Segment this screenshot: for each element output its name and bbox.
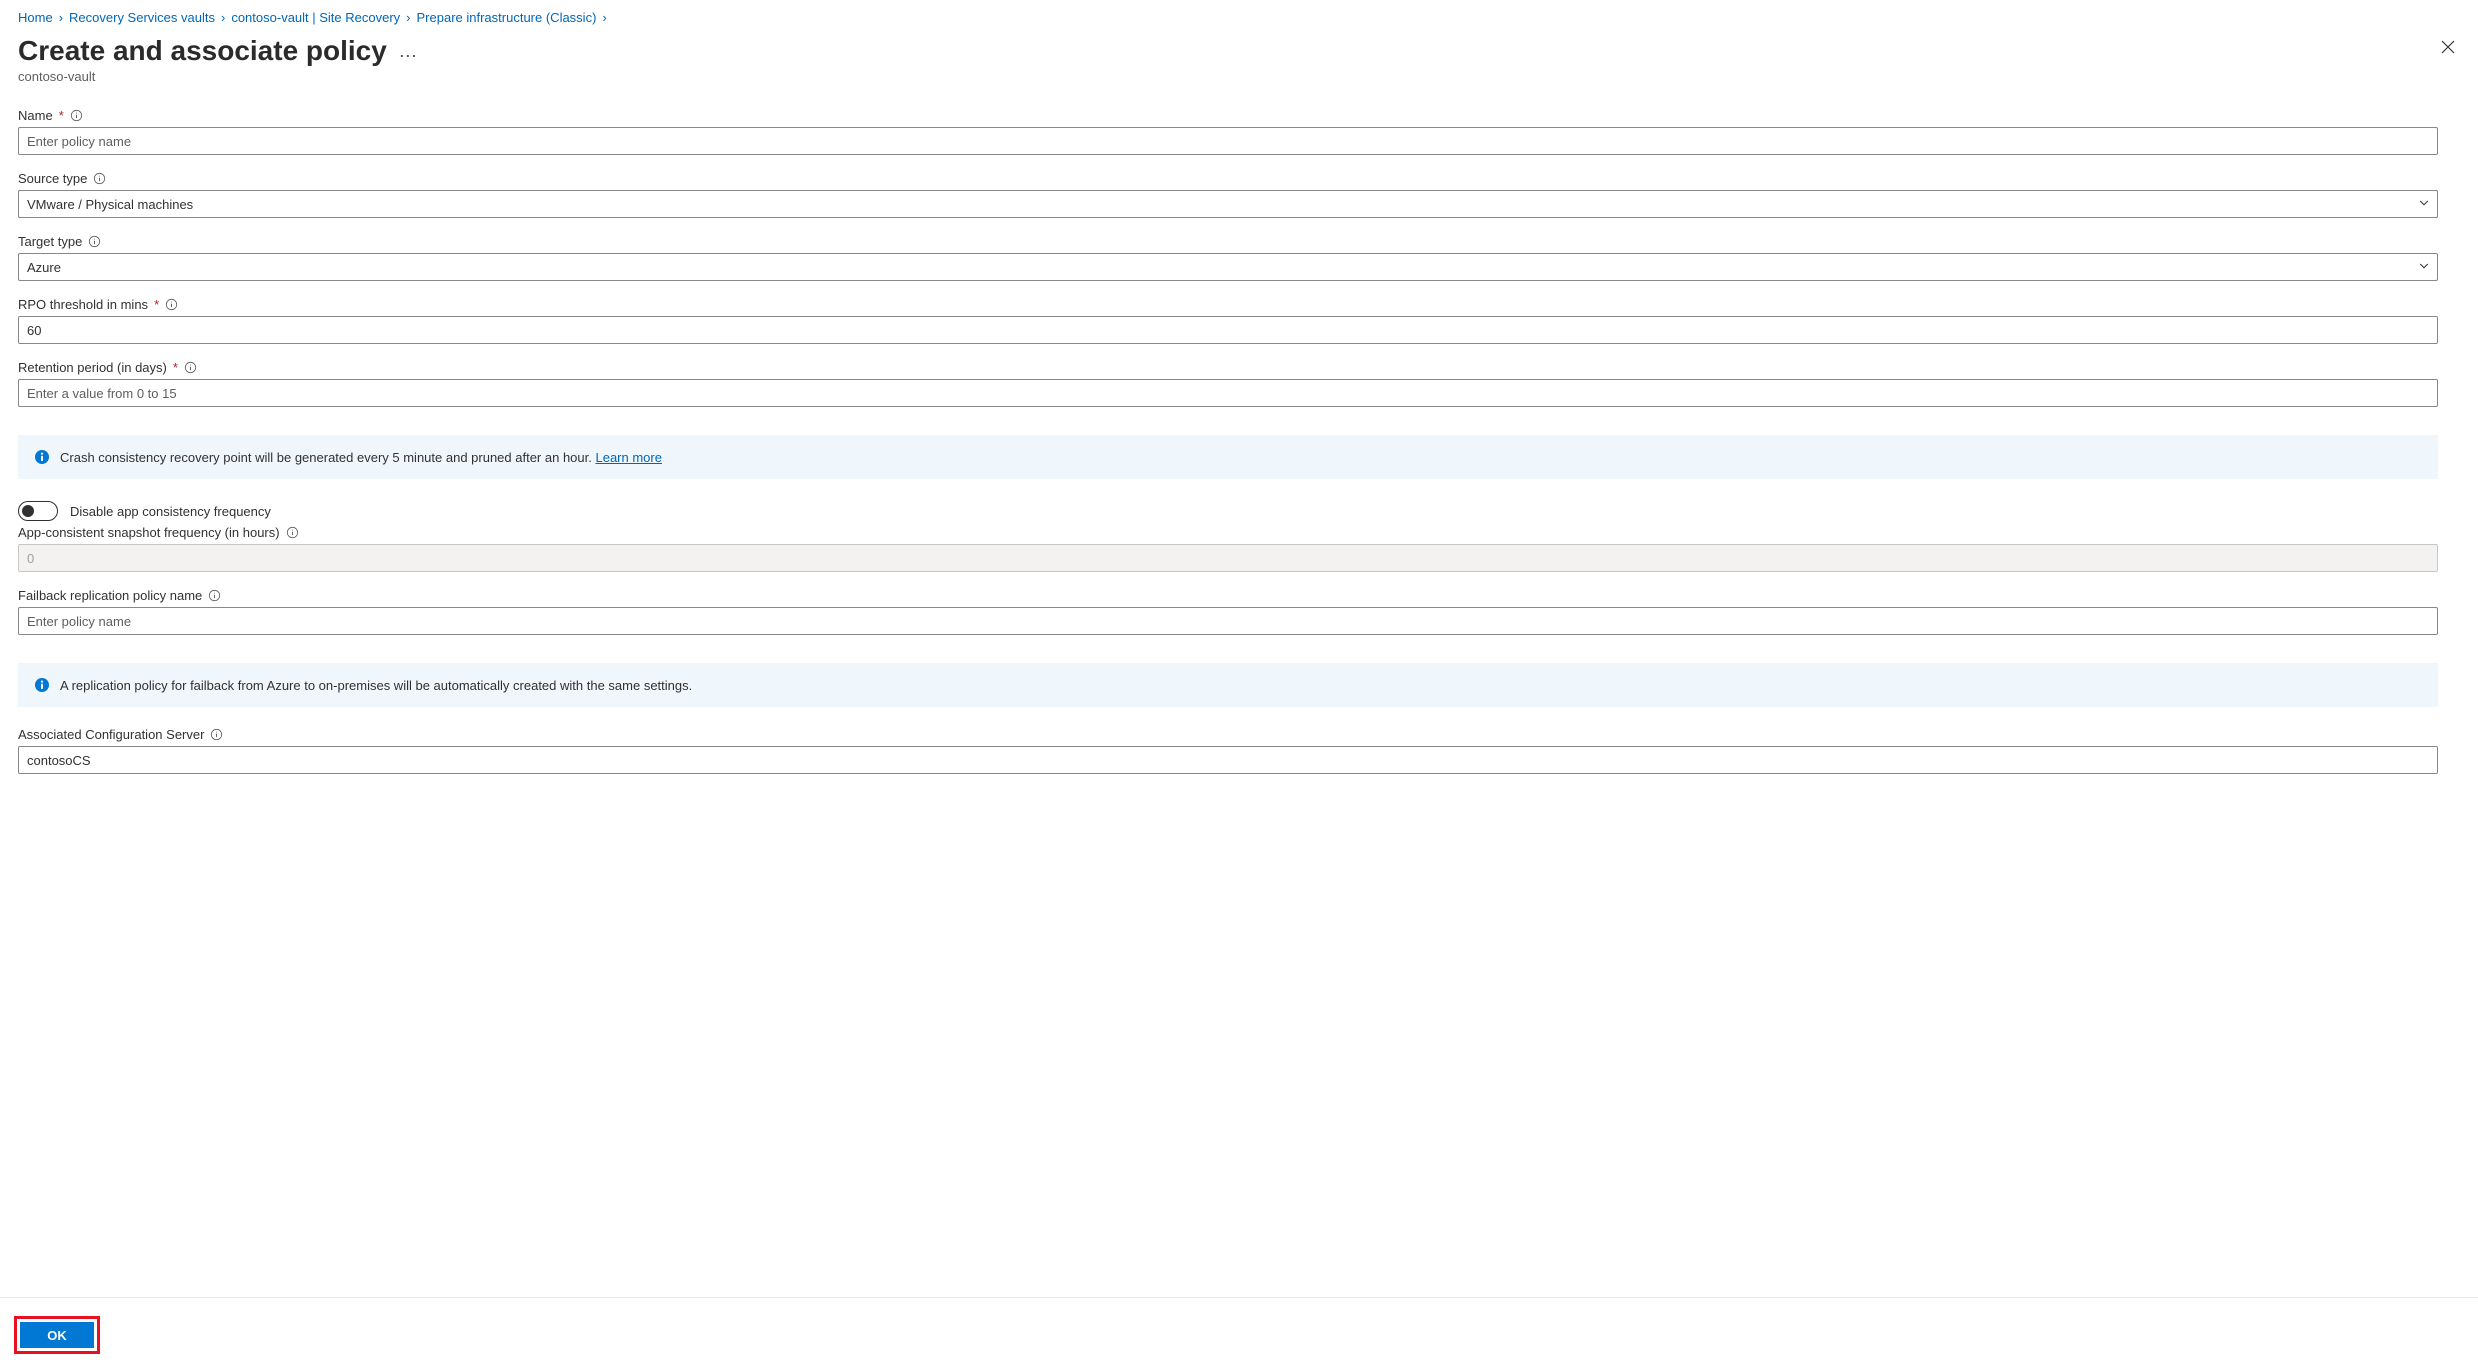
disable-app-consistency-toggle[interactable]	[18, 501, 58, 521]
info-icon[interactable]	[70, 109, 83, 122]
field-target-type: Target type Azure	[18, 234, 2438, 281]
toggle-knob	[22, 505, 34, 517]
toggle-label: Disable app consistency frequency	[70, 504, 271, 519]
info-bar-failback: A replication policy for failback from A…	[18, 663, 2438, 707]
info-icon[interactable]	[93, 172, 106, 185]
ok-button-highlight: OK	[14, 1316, 100, 1354]
page-header: Create and associate policy ⋯	[18, 35, 2460, 67]
field-retention: Retention period (in days) *	[18, 360, 2438, 407]
breadcrumb-prepare[interactable]: Prepare infrastructure (Classic)	[417, 10, 597, 25]
chevron-right-icon: ›	[221, 10, 225, 25]
info-icon[interactable]	[286, 526, 299, 539]
label-source-type: Source type	[18, 171, 87, 186]
target-type-select[interactable]: Azure	[18, 253, 2438, 281]
field-rpo: RPO threshold in mins *	[18, 297, 2438, 344]
required-mark: *	[59, 108, 64, 123]
label-failback-name: Failback replication policy name	[18, 588, 202, 603]
info-icon[interactable]	[184, 361, 197, 374]
field-source-type: Source type VMware / Physical machines	[18, 171, 2438, 218]
info-icon	[34, 449, 50, 465]
breadcrumb-vaults[interactable]: Recovery Services vaults	[69, 10, 215, 25]
source-type-value: VMware / Physical machines	[18, 190, 2438, 218]
toggle-row-app-consistency: Disable app consistency frequency	[18, 501, 2438, 521]
page-title: Create and associate policy	[18, 35, 387, 67]
field-associated-server: Associated Configuration Server	[18, 727, 2438, 774]
breadcrumb-home[interactable]: Home	[18, 10, 53, 25]
target-type-value: Azure	[18, 253, 2438, 281]
breadcrumb-vault-instance[interactable]: contoso-vault | Site Recovery	[231, 10, 400, 25]
chevron-right-icon: ›	[59, 10, 63, 25]
info-bar-text: Crash consistency recovery point will be…	[60, 450, 662, 465]
ok-button[interactable]: OK	[20, 1322, 94, 1348]
learn-more-link[interactable]: Learn more	[595, 450, 661, 465]
chevron-right-icon: ›	[602, 10, 606, 25]
info-bar-crash-consistency: Crash consistency recovery point will be…	[18, 435, 2438, 479]
info-icon[interactable]	[165, 298, 178, 311]
info-icon[interactable]	[210, 728, 223, 741]
required-mark: *	[154, 297, 159, 312]
label-target-type: Target type	[18, 234, 82, 249]
name-input[interactable]	[18, 127, 2438, 155]
more-actions-button[interactable]: ⋯	[399, 36, 418, 67]
source-type-select[interactable]: VMware / Physical machines	[18, 190, 2438, 218]
app-snapshot-input	[18, 544, 2438, 572]
label-rpo: RPO threshold in mins	[18, 297, 148, 312]
field-app-snapshot: App-consistent snapshot frequency (in ho…	[18, 525, 2438, 572]
info-bar-text: A replication policy for failback from A…	[60, 678, 692, 693]
required-mark: *	[173, 360, 178, 375]
footer-separator	[0, 1297, 2478, 1298]
page-subtitle: contoso-vault	[18, 69, 2460, 84]
rpo-input[interactable]	[18, 316, 2438, 344]
label-name: Name	[18, 108, 53, 123]
info-icon[interactable]	[88, 235, 101, 248]
associated-server-input[interactable]	[18, 746, 2438, 774]
footer: OK	[14, 1316, 100, 1354]
failback-name-input[interactable]	[18, 607, 2438, 635]
chevron-right-icon: ›	[406, 10, 410, 25]
label-app-snapshot: App-consistent snapshot frequency (in ho…	[18, 525, 280, 540]
label-retention: Retention period (in days)	[18, 360, 167, 375]
field-name: Name *	[18, 108, 2438, 155]
retention-input[interactable]	[18, 379, 2438, 407]
close-icon	[2440, 39, 2456, 55]
label-associated-server: Associated Configuration Server	[18, 727, 204, 742]
close-button[interactable]	[2436, 35, 2460, 62]
policy-form: Name * Source type VMware / Physical mac…	[18, 108, 2438, 774]
info-icon[interactable]	[208, 589, 221, 602]
field-failback-name: Failback replication policy name	[18, 588, 2438, 635]
info-icon	[34, 677, 50, 693]
breadcrumb: Home › Recovery Services vaults › contos…	[18, 10, 2460, 25]
